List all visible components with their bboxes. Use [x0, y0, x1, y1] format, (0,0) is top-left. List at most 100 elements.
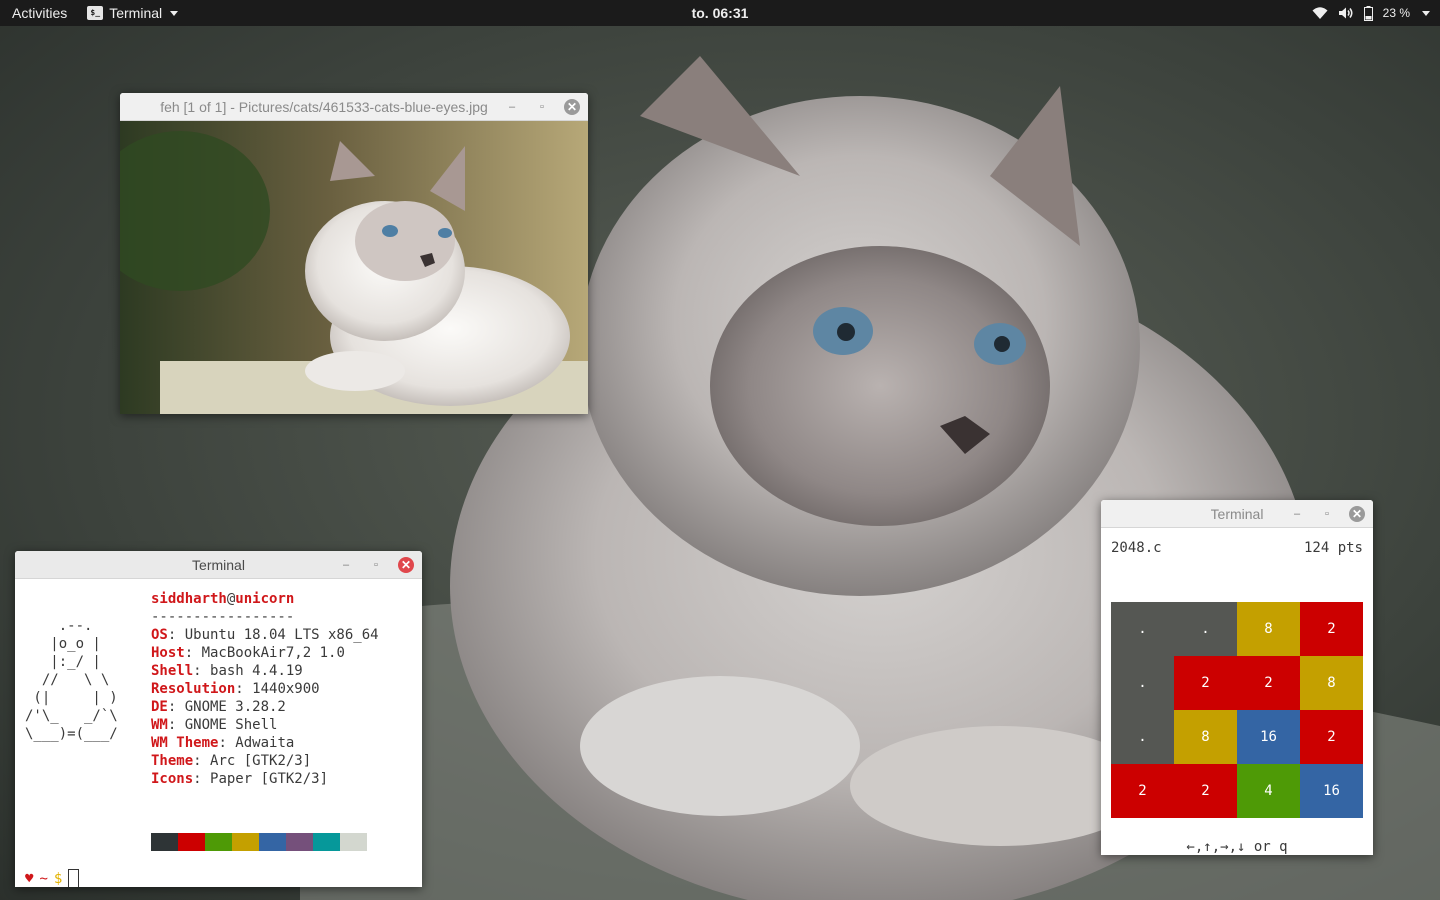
program-name: 2048.c — [1111, 540, 1162, 556]
user-host-line: siddharth@unicorn — [151, 591, 295, 607]
feh-titlebar[interactable]: feh [1 of 1] - Pictures/cats/461533-cats… — [120, 93, 588, 121]
game-tile: 2 — [1174, 656, 1237, 710]
game-tile: 8 — [1174, 710, 1237, 764]
score-display: 124 pts — [1303, 540, 1363, 556]
color-swatch — [259, 833, 286, 851]
game-tile: . — [1111, 602, 1174, 656]
info-value: MacBookAir7,2 1.0 — [201, 645, 345, 661]
separator-line: ----------------- — [151, 609, 295, 625]
info-row: Host: MacBookAir7,2 1.0 — [151, 645, 345, 661]
info-value: bash 4.4.19 — [210, 663, 303, 679]
info-value: GNOME Shell — [184, 717, 278, 733]
info-key: Icons — [151, 771, 194, 787]
volume-icon — [1338, 7, 1353, 19]
feh-window-title: feh [1 of 1] - Pictures/cats/461533-cats… — [160, 98, 488, 115]
game-tile: 16 — [1237, 710, 1300, 764]
info-key: Shell — [151, 663, 194, 679]
color-swatch — [151, 833, 178, 851]
game-tile: 2 — [1174, 764, 1237, 818]
info-row: Resolution: 1440x900 — [151, 681, 320, 697]
close-button[interactable]: ✕ — [564, 99, 580, 115]
close-button[interactable]: ✕ — [398, 557, 414, 573]
game-tile: 2 — [1237, 656, 1300, 710]
color-swatch — [313, 833, 340, 851]
maximize-button[interactable]: ▫ — [534, 99, 550, 115]
minimize-button[interactable]: – — [1289, 506, 1305, 522]
color-swatch — [205, 833, 232, 851]
text-cursor — [68, 869, 80, 887]
battery-icon — [1363, 5, 1373, 21]
tux-ascii-art: .--. |o_o | |:_/ | // \ \ (| | ) /'\_ _/… — [25, 618, 118, 742]
heart-icon: ♥ — [25, 870, 34, 887]
info-value: GNOME 3.28.2 — [184, 699, 286, 715]
game-board: .. 8 2. 2 2 8. 8 16 2 2 2 4 16 — [1111, 602, 1363, 818]
feh-image-viewer-window[interactable]: feh [1 of 1] - Pictures/cats/461533-cats… — [120, 93, 588, 414]
game-2048-terminal-window[interactable]: Terminal – ▫ ✕ 2048.c 124 pts ..82.228.8… — [1101, 500, 1373, 855]
info-row: WM Theme: Adwaita — [151, 735, 295, 751]
top-bar: Activities $_ Terminal to. 06:31 23 % — [0, 0, 1440, 26]
game-tile: 8 — [1300, 656, 1363, 710]
game-tile: . — [1111, 656, 1174, 710]
info-row: Theme: Arc [GTK2/3] — [151, 753, 312, 769]
clock-button[interactable]: to. 06:31 — [692, 5, 749, 21]
info-value: 1440x900 — [252, 681, 320, 697]
info-value: Arc [GTK2/3] — [210, 753, 312, 769]
info-key: Resolution — [151, 681, 236, 697]
color-palette — [151, 833, 367, 851]
game-tile: . — [1174, 602, 1237, 656]
info-value: Paper [GTK2/3] — [210, 771, 329, 787]
info-value: Ubuntu 18.04 LTS x86_64 — [184, 627, 379, 643]
app-menu-label: Terminal — [109, 5, 163, 21]
game-tile: 16 — [1300, 764, 1363, 818]
info-key: OS — [151, 627, 168, 643]
info-row: DE: GNOME 3.28.2 — [151, 699, 286, 715]
maximize-button[interactable]: ▫ — [368, 557, 384, 573]
game-tile: 2 — [1300, 602, 1363, 656]
minimize-button[interactable]: – — [338, 557, 354, 573]
activities-button[interactable]: Activities — [0, 0, 79, 26]
clock-container: to. 06:31 — [0, 5, 1440, 21]
color-swatch — [340, 833, 367, 851]
terminal-titlebar[interactable]: Terminal – ▫ ✕ — [1101, 500, 1373, 528]
game-tile: 8 — [1237, 602, 1300, 656]
info-key: DE — [151, 699, 168, 715]
info-row: Icons: Paper [GTK2/3] — [151, 771, 329, 787]
info-row: Shell: bash 4.4.19 — [151, 663, 303, 679]
cat-photo — [120, 121, 588, 414]
neofetch-terminal-window[interactable]: Terminal – ▫ ✕ .--. |o_o | |:_/ | // \ \… — [15, 551, 422, 887]
system-status-menu[interactable]: 23 % — [1312, 0, 1430, 26]
color-swatch — [286, 833, 313, 851]
maximize-button[interactable]: ▫ — [1319, 506, 1335, 522]
game-2048-output[interactable]: 2048.c 124 pts .. 8 2. 2 2 8. 8 16 2 2 2 4 16 ←,↑,→,… — [1101, 528, 1373, 855]
game-tile: 2 — [1300, 710, 1363, 764]
system-info: siddharth@unicorn ----------------- OS: … — [151, 590, 379, 788]
info-row: WM: GNOME Shell — [151, 717, 278, 733]
info-key: Theme — [151, 753, 194, 769]
terminal-icon: $_ — [87, 6, 104, 20]
prompt-symbol: $ — [53, 870, 63, 887]
info-value: Adwaita — [235, 735, 295, 751]
game-header: 2048.c 124 pts — [1111, 539, 1363, 557]
chevron-down-icon — [170, 10, 179, 16]
minimize-button[interactable]: – — [504, 99, 520, 115]
wifi-icon — [1312, 7, 1328, 19]
battery-percentage: 23 % — [1382, 6, 1410, 20]
color-swatch — [178, 833, 205, 851]
app-menu-button[interactable]: $_ Terminal — [79, 0, 186, 26]
color-swatch — [232, 833, 259, 851]
system-menu-caret-icon — [1422, 10, 1430, 16]
prompt-cwd: ~ — [39, 870, 48, 887]
info-key: WM — [151, 717, 168, 733]
game-tile: 4 — [1237, 764, 1300, 818]
game-tile: . — [1111, 710, 1174, 764]
info-key: WM Theme — [151, 735, 219, 751]
controls-hint: ←,↑,→,↓ or q — [1186, 839, 1288, 855]
terminal-output[interactable]: .--. |o_o | |:_/ | // \ \ (| | ) /'\_ _/… — [15, 579, 422, 887]
terminal-window-title: Terminal — [1210, 505, 1264, 522]
close-button[interactable]: ✕ — [1349, 506, 1365, 522]
shell-prompt[interactable]: ♥ ~ $ — [25, 869, 80, 887]
info-row: OS: Ubuntu 18.04 LTS x86_64 — [151, 627, 379, 643]
info-key: Host — [151, 645, 185, 661]
terminal-window-title: Terminal — [192, 556, 245, 573]
terminal-titlebar[interactable]: Terminal – ▫ ✕ — [15, 551, 422, 579]
